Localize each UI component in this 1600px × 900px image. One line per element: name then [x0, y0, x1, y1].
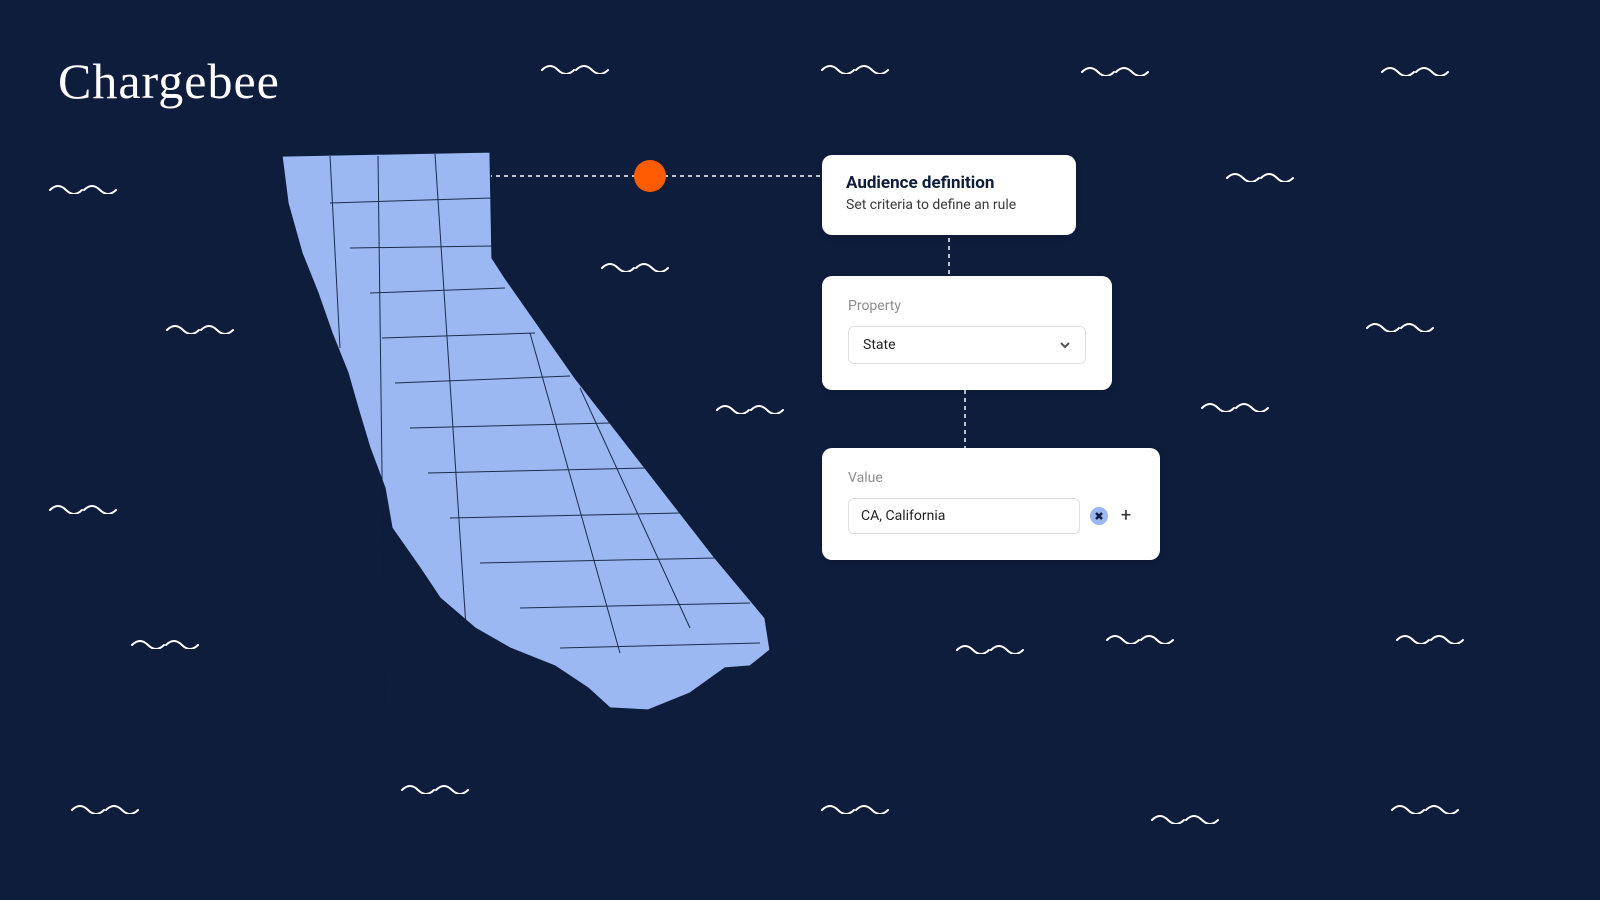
- california-map: [270, 148, 780, 718]
- audience-definition-title: Audience definition: [846, 173, 1052, 193]
- wave-decoration-icon: [130, 635, 200, 649]
- add-value-button[interactable]: +: [1118, 508, 1134, 524]
- wave-decoration-icon: [48, 180, 118, 194]
- wave-decoration-icon: [400, 780, 470, 794]
- wave-decoration-icon: [1080, 62, 1150, 76]
- wave-decoration-icon: [820, 800, 890, 814]
- wave-decoration-icon: [1150, 810, 1220, 824]
- wave-decoration-icon: [48, 500, 118, 514]
- wave-decoration-icon: [820, 60, 890, 74]
- remove-value-button[interactable]: [1090, 507, 1108, 525]
- brand-logo: Chargebee: [58, 52, 280, 110]
- wave-decoration-icon: [1225, 168, 1295, 182]
- connector-line: [964, 382, 966, 448]
- value-input-text: CA, California: [861, 508, 945, 524]
- value-input[interactable]: CA, California: [848, 498, 1080, 534]
- value-label: Value: [848, 470, 1134, 486]
- connector-line: [948, 238, 950, 278]
- wave-decoration-icon: [955, 640, 1025, 654]
- chevron-down-icon: [1059, 339, 1071, 351]
- property-label: Property: [848, 298, 1086, 314]
- wave-decoration-icon: [1365, 318, 1435, 332]
- wave-decoration-icon: [1390, 800, 1460, 814]
- value-card: Value CA, California +: [822, 448, 1160, 560]
- wave-decoration-icon: [70, 800, 140, 814]
- property-card: Property State: [822, 276, 1112, 390]
- map-marker-icon: [634, 160, 666, 192]
- plus-icon: +: [1121, 507, 1131, 525]
- wave-decoration-icon: [165, 320, 235, 334]
- wave-decoration-icon: [540, 60, 610, 74]
- audience-definition-card: Audience definition Set criteria to defi…: [822, 155, 1076, 235]
- wave-decoration-icon: [1395, 630, 1465, 644]
- property-select[interactable]: State: [848, 326, 1086, 364]
- audience-definition-subtitle: Set criteria to define an rule: [846, 197, 1052, 213]
- wave-decoration-icon: [1200, 398, 1270, 412]
- wave-decoration-icon: [1105, 630, 1175, 644]
- property-select-value: State: [863, 337, 896, 353]
- wave-decoration-icon: [1380, 62, 1450, 76]
- close-icon: [1095, 512, 1103, 520]
